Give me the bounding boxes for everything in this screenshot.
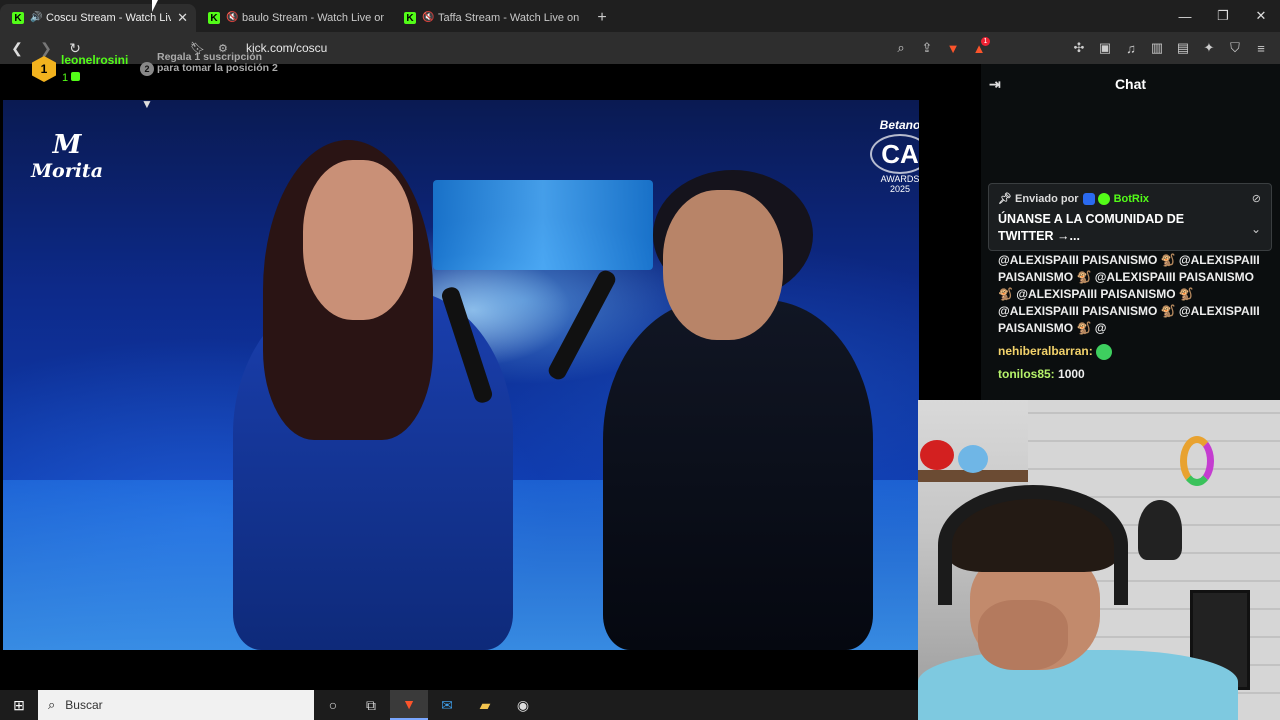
zoom-icon[interactable]: ⌕ bbox=[888, 36, 914, 60]
kick-favicon-icon: K bbox=[404, 12, 416, 24]
awards-logo: Betano CA AWARDS 2025 bbox=[865, 118, 919, 194]
search-placeholder: Buscar bbox=[65, 698, 103, 712]
extensions-icon[interactable]: ✣ bbox=[1066, 36, 1092, 60]
verified-icon bbox=[1097, 192, 1110, 205]
chat-username[interactable]: nehiberalbarran: bbox=[998, 344, 1093, 358]
mail-icon[interactable]: ✉ bbox=[428, 690, 466, 720]
tab-strip: K 🔊 Coscu Stream - Watch Live on Kick ✕ … bbox=[0, 0, 1280, 32]
app-icon[interactable]: ◉ bbox=[504, 690, 542, 720]
forward-icon[interactable]: ❯ bbox=[34, 36, 58, 60]
tab-title: Taffa Stream - Watch Live on Kick bbox=[438, 12, 580, 24]
menu-icon[interactable]: ≡ bbox=[1248, 36, 1274, 60]
notification-badge: 1 bbox=[981, 37, 990, 46]
windows-taskbar: ⊞ ⌕ Buscar ○ ⧉ ▼ ✉ ▰ ◉ bbox=[0, 690, 918, 720]
plush-red-bird bbox=[920, 440, 954, 470]
muted-speaker-icon[interactable]: 🔇 bbox=[226, 13, 238, 23]
taskbar-search[interactable]: ⌕ Buscar bbox=[38, 690, 314, 720]
speaker-icon[interactable]: 🔊 bbox=[30, 13, 42, 23]
headset bbox=[938, 485, 1128, 605]
file-explorer-icon[interactable]: ▰ bbox=[466, 690, 504, 720]
webcam-overlay bbox=[918, 400, 1280, 720]
plush-blue-bird bbox=[958, 445, 988, 473]
window-controls: — ❐ ✕ bbox=[1166, 0, 1280, 32]
chat-message: @ALEXISPAIII PAISANISMO 🐒 @ALEXISPAIII P… bbox=[998, 253, 1260, 335]
close-window-button[interactable]: ✕ bbox=[1242, 0, 1280, 32]
cortana-icon[interactable]: ○ bbox=[314, 690, 352, 720]
address-bar[interactable]: 🔖︎ ⚙ kick.com/coscu bbox=[190, 36, 940, 60]
brave-shields-icon[interactable]: ▼ bbox=[940, 36, 966, 60]
video-player[interactable]: M Morita Betano CA AWARDS 2025 bbox=[3, 100, 919, 650]
host-right-dress bbox=[603, 300, 873, 650]
brave-taskbar-icon[interactable]: ▼ bbox=[390, 690, 428, 720]
vpn-icon[interactable]: ⛉ bbox=[1222, 36, 1248, 60]
share-icon[interactable]: ⇪ bbox=[914, 36, 940, 60]
gift-icon bbox=[71, 72, 81, 81]
tab-close-icon[interactable]: ✕ bbox=[177, 10, 188, 26]
top-gifter-name[interactable]: leonelrosini bbox=[61, 53, 128, 67]
stage-screen bbox=[433, 180, 653, 270]
flower-wreath bbox=[1180, 436, 1214, 486]
pinned-sender: 📌︎ Enviado por BotRix bbox=[998, 192, 1150, 205]
chat-username[interactable]: tonilos85: bbox=[998, 367, 1055, 381]
kick-favicon-icon: K bbox=[12, 12, 24, 24]
kick-favicon-icon: K bbox=[208, 12, 220, 24]
bot-badge: BotRix bbox=[1082, 192, 1149, 205]
screen: K 🔊 Coscu Stream - Watch Live on Kick ✕ … bbox=[0, 0, 1280, 720]
search-icon: ⌕ bbox=[48, 697, 56, 712]
expand-leaderboard-icon[interactable]: ▼ bbox=[141, 97, 153, 111]
streamer-shirt bbox=[918, 650, 1238, 720]
collapse-chat-icon[interactable]: ⇥ bbox=[989, 76, 1001, 93]
leo-ai-icon[interactable]: ✦ bbox=[1196, 36, 1222, 60]
wallet-icon[interactable]: ▤ bbox=[1170, 36, 1196, 60]
emote-icon bbox=[1096, 343, 1113, 360]
pinned-message[interactable]: 📌︎ Enviado por BotRix ÚNANSE A LA COMUNI… bbox=[988, 183, 1272, 251]
task-view-icon[interactable]: ⧉ bbox=[352, 690, 390, 720]
tab-coscu[interactable]: K 🔊 Coscu Stream - Watch Live on Kick ✕ bbox=[0, 4, 196, 32]
chat-message: tonilos85: 1000 bbox=[998, 366, 1268, 383]
bot-icon bbox=[1082, 192, 1095, 205]
sidebar-icon[interactable]: ▥ bbox=[1144, 36, 1170, 60]
address-actions: ⌕ ⇪ ▼ ▲ 1 bbox=[888, 36, 992, 60]
brave-rewards-icon[interactable]: ▲ 1 bbox=[966, 36, 992, 60]
pin-icon: 📌︎ bbox=[998, 193, 1016, 205]
back-icon[interactable]: ❮ bbox=[5, 36, 29, 60]
rank-2-badge: 2 bbox=[140, 62, 154, 76]
new-tab-button[interactable]: + bbox=[588, 4, 616, 32]
microphone-right bbox=[545, 267, 619, 383]
tab-title: baulo Stream - Watch Live on Kick bbox=[242, 12, 384, 24]
tab-baulo[interactable]: K 🔇 baulo Stream - Watch Live on Kick bbox=[196, 4, 392, 32]
minimize-button[interactable]: — bbox=[1166, 0, 1204, 32]
chat-text: 1000 bbox=[1058, 367, 1085, 381]
screenshot-icon[interactable]: ▣ bbox=[1092, 36, 1118, 60]
hide-pinned-icon[interactable]: ⊘ bbox=[1252, 192, 1261, 205]
chevron-down-icon[interactable]: ⌄ bbox=[1251, 222, 1261, 236]
morita-logo: M Morita bbox=[31, 130, 104, 182]
chat-messages: @ALEXISPAIII PAISANISMO 🐒 @ALEXISPAIII P… bbox=[998, 252, 1268, 383]
mouse-cursor-icon bbox=[152, 0, 164, 12]
top-gifter-count: 1 bbox=[62, 72, 81, 84]
maximize-button[interactable]: ❐ bbox=[1204, 0, 1242, 32]
host-right-face bbox=[663, 190, 783, 340]
chat-message: nehiberalbarran: bbox=[998, 343, 1268, 360]
muted-speaker-icon[interactable]: 🔇 bbox=[422, 13, 434, 23]
windows-start-icon[interactable]: ⊞ bbox=[0, 690, 38, 720]
streamer-hand bbox=[978, 600, 1068, 670]
chat-title: Chat bbox=[1114, 76, 1147, 92]
tab-taffa[interactable]: K 🔇 Taffa Stream - Watch Live on Kick bbox=[392, 4, 588, 32]
pinned-message-text: ÚNANSE A LA COMUNIDAD DE TWITTER →... bbox=[998, 212, 1185, 243]
hanging-cap bbox=[1138, 500, 1182, 560]
extension-toolbar: ✣ ▣ ♫ ▥ ▤ ✦ ⛉ ≡ bbox=[1066, 36, 1274, 60]
chat-header: ⇥ Chat bbox=[981, 64, 1280, 104]
media-icon[interactable]: ♫ bbox=[1118, 36, 1144, 60]
tab-title: Coscu Stream - Watch Live on Kick bbox=[46, 12, 172, 24]
host-left-face bbox=[303, 160, 413, 320]
rank-2-prompt: Regala 1 suscripción para tomar la posic… bbox=[157, 51, 278, 74]
